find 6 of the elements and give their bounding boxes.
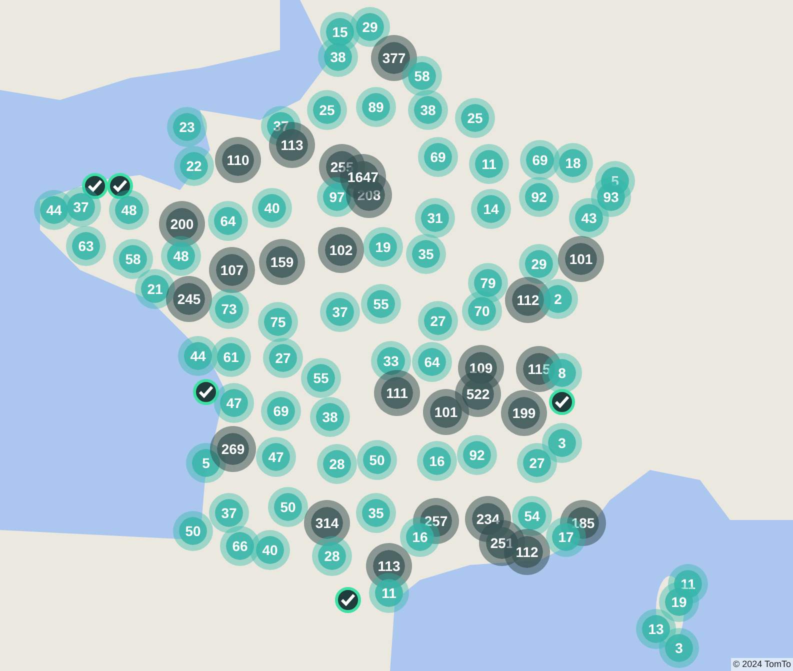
check-icon (113, 180, 127, 192)
check-icon (555, 396, 569, 408)
check-icon (341, 594, 355, 606)
copyright-text: © 2024 TomTo (731, 658, 793, 671)
check-icon (199, 386, 213, 398)
check-icon (88, 180, 102, 192)
